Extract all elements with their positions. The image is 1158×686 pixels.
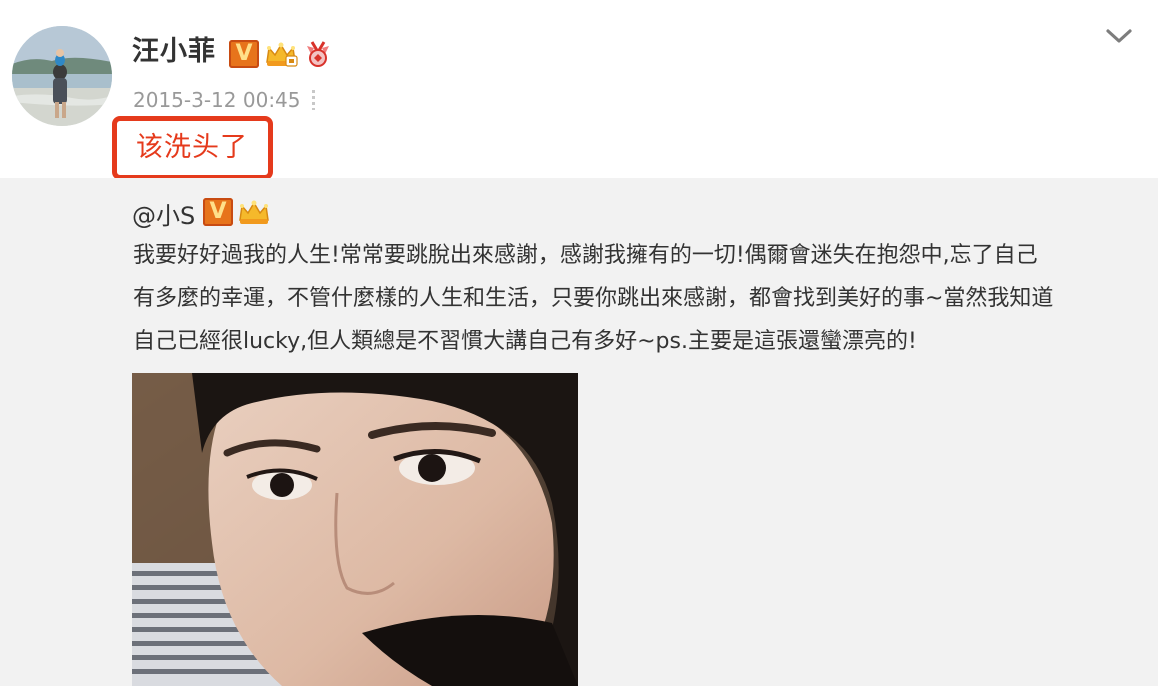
post-content-highlight: 该洗头了 xyxy=(112,116,273,180)
username[interactable]: 汪小菲 xyxy=(132,34,216,70)
source-separator xyxy=(312,90,315,110)
avatar[interactable] xyxy=(12,26,112,126)
chevron-down-icon[interactable] xyxy=(1104,24,1134,48)
medal-badge-icon[interactable] xyxy=(303,40,333,68)
original-post-line: 自己已經很lucky,但人類總是不習慣大講自己有多好~ps.主要是這張還蠻漂亮的… xyxy=(133,329,917,354)
original-post-line: 有多麼的幸運，不管什麼樣的人生和生活，只要你跳出來感謝，都會找到美好的事~當然我… xyxy=(133,286,1054,311)
repost-container: @小S V 我要好好過我的人生!常常要跳脫出來感謝，感謝我擁有的一切!偶爾會迷失… xyxy=(0,178,1158,686)
post-content-text: 该洗头了 xyxy=(136,132,248,163)
original-post-photo[interactable] xyxy=(132,373,578,686)
original-author-link[interactable]: @小S xyxy=(132,200,195,232)
weibo-post: 汪小菲 V 2015-3-12 00:45 该洗头了 @小S V 我要好好過我的… xyxy=(0,0,1158,686)
verified-v-badge[interactable]: V xyxy=(229,40,259,68)
original-post-text: 我要好好過我的人生!常常要跳脫出來感謝，感謝我擁有的一切!偶爾會迷失在抱怨中,忘… xyxy=(133,234,1138,363)
original-verified-v-badge[interactable]: V xyxy=(203,198,233,226)
post-timestamp[interactable]: 2015-3-12 00:45 xyxy=(133,86,301,114)
avatar-image xyxy=(12,26,112,126)
original-crown-badge-icon[interactable] xyxy=(237,198,271,226)
original-post-line: 我要好好過我的人生!常常要跳脫出來感謝，感謝我擁有的一切!偶爾會迷失在抱怨中,忘… xyxy=(133,243,1038,268)
crown-badge-icon[interactable] xyxy=(264,40,298,68)
